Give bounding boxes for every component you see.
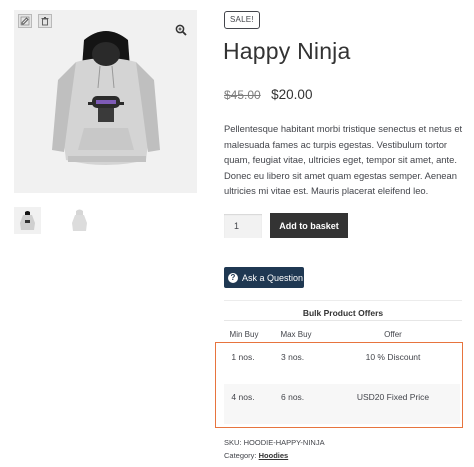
ask-question-label: Ask a Question [242,272,304,283]
hoodie-front-thumbnail[interactable] [14,207,41,234]
add-to-basket-button[interactable]: Add to basket [270,213,348,238]
edit-icon[interactable] [18,14,32,28]
ask-question-button[interactable]: ? Ask a Question [224,267,304,288]
trash-icon[interactable] [38,14,52,28]
sale-badge: Sale! [224,11,260,29]
question-icon: ? [228,272,238,283]
category-label: Category: [224,451,257,460]
product-description: Pellentesque habitant morbi tristique se… [224,123,463,196]
product-category: Category: Hoodies [224,451,288,460]
quantity-input[interactable] [224,214,262,238]
divider [224,300,462,301]
regular-price: $45.00 [224,88,261,102]
offers-highlight-box [215,342,463,428]
divider [224,320,462,321]
product-main-image[interactable] [14,10,197,193]
sale-price: $20.00 [271,87,313,102]
bulk-offers-title: Bulk Product Offers [302,308,384,318]
header-offer: Offer [384,330,402,339]
product-sku: SKU: HOODIE-HAPPY-NINJA [224,438,325,447]
header-max-buy: Max Buy [280,330,312,339]
hoodie-back-thumbnail[interactable] [66,207,93,234]
hoodie-image [52,31,160,165]
category-link[interactable]: Hoodies [259,451,289,460]
price: $45.00 $20.00 [224,86,312,104]
sku-value: HOODIE-HAPPY-NINJA [243,438,325,447]
zoom-icon[interactable] [175,21,187,36]
header-min-buy: Min Buy [229,330,259,339]
sku-label: SKU: [224,438,242,447]
product-title: Happy Ninja [223,38,351,64]
